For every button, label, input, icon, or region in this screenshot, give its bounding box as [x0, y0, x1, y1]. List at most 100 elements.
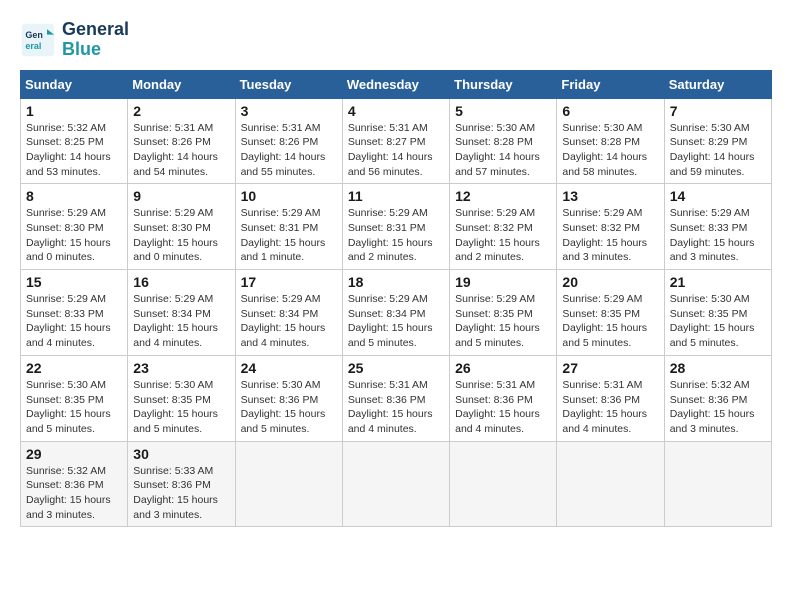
calendar-cell	[342, 441, 449, 527]
calendar-cell: 3 Sunrise: 5:31 AM Sunset: 8:26 PM Daylig…	[235, 98, 342, 184]
calendar-cell: 26 Sunrise: 5:31 AM Sunset: 8:36 PM Dayli…	[450, 355, 557, 441]
day-info: Sunrise: 5:29 AM Sunset: 8:31 PM Dayligh…	[241, 206, 337, 265]
day-of-week-header: Monday	[128, 70, 235, 98]
calendar-cell: 28 Sunrise: 5:32 AM Sunset: 8:36 PM Dayli…	[664, 355, 771, 441]
day-number: 4	[348, 103, 444, 119]
day-number: 25	[348, 360, 444, 376]
day-number: 26	[455, 360, 551, 376]
day-number: 12	[455, 188, 551, 204]
calendar-cell: 9 Sunrise: 5:29 AM Sunset: 8:30 PM Daylig…	[128, 184, 235, 270]
day-of-week-header: Thursday	[450, 70, 557, 98]
day-number: 13	[562, 188, 658, 204]
day-info: Sunrise: 5:30 AM Sunset: 8:36 PM Dayligh…	[241, 378, 337, 437]
day-number: 18	[348, 274, 444, 290]
calendar-cell: 14 Sunrise: 5:29 AM Sunset: 8:33 PM Dayli…	[664, 184, 771, 270]
day-info: Sunrise: 5:31 AM Sunset: 8:36 PM Dayligh…	[348, 378, 444, 437]
calendar-cell: 22 Sunrise: 5:30 AM Sunset: 8:35 PM Dayli…	[21, 355, 128, 441]
day-info: Sunrise: 5:29 AM Sunset: 8:33 PM Dayligh…	[26, 292, 122, 351]
day-number: 11	[348, 188, 444, 204]
day-info: Sunrise: 5:29 AM Sunset: 8:30 PM Dayligh…	[133, 206, 229, 265]
day-number: 29	[26, 446, 122, 462]
day-info: Sunrise: 5:31 AM Sunset: 8:36 PM Dayligh…	[562, 378, 658, 437]
day-number: 21	[670, 274, 766, 290]
logo-text: General Blue	[62, 20, 129, 60]
day-info: Sunrise: 5:31 AM Sunset: 8:26 PM Dayligh…	[133, 121, 229, 180]
calendar-cell: 5 Sunrise: 5:30 AM Sunset: 8:28 PM Daylig…	[450, 98, 557, 184]
logo-icon: Gen eral	[20, 22, 56, 58]
calendar-cell: 2 Sunrise: 5:31 AM Sunset: 8:26 PM Daylig…	[128, 98, 235, 184]
calendar-cell: 13Sunrise: 5:29 AM Sunset: 8:32 PM Dayli…	[557, 184, 664, 270]
day-of-week-header: Wednesday	[342, 70, 449, 98]
day-number: 9	[133, 188, 229, 204]
day-info: Sunrise: 5:31 AM Sunset: 8:36 PM Dayligh…	[455, 378, 551, 437]
calendar-cell: 21 Sunrise: 5:30 AM Sunset: 8:35 PM Dayli…	[664, 270, 771, 356]
day-info: Sunrise: 5:29 AM Sunset: 8:33 PM Dayligh…	[670, 206, 766, 265]
day-number: 27	[562, 360, 658, 376]
day-number: 2	[133, 103, 229, 119]
calendar-cell: 29 Sunrise: 5:32 AM Sunset: 8:36 PM Dayli…	[21, 441, 128, 527]
day-info: Sunrise: 5:29 AM Sunset: 8:32 PM Dayligh…	[455, 206, 551, 265]
calendar-cell: 25 Sunrise: 5:31 AM Sunset: 8:36 PM Dayli…	[342, 355, 449, 441]
calendar-week-row: 22 Sunrise: 5:30 AM Sunset: 8:35 PM Dayli…	[21, 355, 772, 441]
calendar-header-row: SundayMondayTuesdayWednesdayThursdayFrid…	[21, 70, 772, 98]
calendar-cell: 18 Sunrise: 5:29 AM Sunset: 8:34 PM Dayli…	[342, 270, 449, 356]
calendar-cell: 23 Sunrise: 5:30 AM Sunset: 8:35 PM Dayli…	[128, 355, 235, 441]
calendar-cell: 11 Sunrise: 5:29 AM Sunset: 8:31 PM Dayli…	[342, 184, 449, 270]
day-info: Sunrise: 5:32 AM Sunset: 8:25 PM Dayligh…	[26, 121, 122, 180]
calendar-cell: 30Sunrise: 5:33 AM Sunset: 8:36 PM Dayli…	[128, 441, 235, 527]
calendar: SundayMondayTuesdayWednesdayThursdayFrid…	[20, 70, 772, 528]
svg-text:eral: eral	[25, 41, 41, 51]
calendar-week-row: 1 Sunrise: 5:32 AM Sunset: 8:25 PM Daylig…	[21, 98, 772, 184]
day-info: Sunrise: 5:29 AM Sunset: 8:34 PM Dayligh…	[133, 292, 229, 351]
day-of-week-header: Tuesday	[235, 70, 342, 98]
logo: Gen eral General Blue	[20, 20, 129, 60]
day-info: Sunrise: 5:29 AM Sunset: 8:35 PM Dayligh…	[455, 292, 551, 351]
day-number: 22	[26, 360, 122, 376]
day-info: Sunrise: 5:29 AM Sunset: 8:34 PM Dayligh…	[348, 292, 444, 351]
calendar-week-row: 8 Sunrise: 5:29 AM Sunset: 8:30 PM Daylig…	[21, 184, 772, 270]
calendar-cell: 27 Sunrise: 5:31 AM Sunset: 8:36 PM Dayli…	[557, 355, 664, 441]
day-info: Sunrise: 5:30 AM Sunset: 8:35 PM Dayligh…	[133, 378, 229, 437]
day-info: Sunrise: 5:32 AM Sunset: 8:36 PM Dayligh…	[670, 378, 766, 437]
day-number: 16	[133, 274, 229, 290]
day-of-week-header: Sunday	[21, 70, 128, 98]
day-number: 7	[670, 103, 766, 119]
calendar-cell: 12 Sunrise: 5:29 AM Sunset: 8:32 PM Dayli…	[450, 184, 557, 270]
calendar-week-row: 15 Sunrise: 5:29 AM Sunset: 8:33 PM Dayli…	[21, 270, 772, 356]
calendar-cell: 15 Sunrise: 5:29 AM Sunset: 8:33 PM Dayli…	[21, 270, 128, 356]
calendar-cell: 19Sunrise: 5:29 AM Sunset: 8:35 PM Dayli…	[450, 270, 557, 356]
header: Gen eral General Blue	[20, 20, 772, 60]
day-number: 20	[562, 274, 658, 290]
day-info: Sunrise: 5:29 AM Sunset: 8:35 PM Dayligh…	[562, 292, 658, 351]
calendar-cell: 7 Sunrise: 5:30 AM Sunset: 8:29 PM Daylig…	[664, 98, 771, 184]
day-info: Sunrise: 5:30 AM Sunset: 8:35 PM Dayligh…	[26, 378, 122, 437]
calendar-cell: 8Sunrise: 5:29 AM Sunset: 8:30 PM Daylig…	[21, 184, 128, 270]
day-number: 6	[562, 103, 658, 119]
day-of-week-header: Friday	[557, 70, 664, 98]
day-info: Sunrise: 5:30 AM Sunset: 8:28 PM Dayligh…	[455, 121, 551, 180]
day-info: Sunrise: 5:30 AM Sunset: 8:29 PM Dayligh…	[670, 121, 766, 180]
day-info: Sunrise: 5:30 AM Sunset: 8:35 PM Dayligh…	[670, 292, 766, 351]
day-number: 3	[241, 103, 337, 119]
day-of-week-header: Saturday	[664, 70, 771, 98]
day-info: Sunrise: 5:29 AM Sunset: 8:31 PM Dayligh…	[348, 206, 444, 265]
day-info: Sunrise: 5:31 AM Sunset: 8:26 PM Dayligh…	[241, 121, 337, 180]
calendar-cell: 17Sunrise: 5:29 AM Sunset: 8:34 PM Dayli…	[235, 270, 342, 356]
day-info: Sunrise: 5:33 AM Sunset: 8:36 PM Dayligh…	[133, 464, 229, 523]
day-number: 8	[26, 188, 122, 204]
calendar-cell	[557, 441, 664, 527]
day-number: 14	[670, 188, 766, 204]
calendar-cell: 24 Sunrise: 5:30 AM Sunset: 8:36 PM Dayli…	[235, 355, 342, 441]
day-number: 5	[455, 103, 551, 119]
calendar-cell: 16 Sunrise: 5:29 AM Sunset: 8:34 PM Dayli…	[128, 270, 235, 356]
calendar-week-row: 29 Sunrise: 5:32 AM Sunset: 8:36 PM Dayli…	[21, 441, 772, 527]
calendar-cell: 1 Sunrise: 5:32 AM Sunset: 8:25 PM Daylig…	[21, 98, 128, 184]
calendar-cell	[450, 441, 557, 527]
day-number: 24	[241, 360, 337, 376]
calendar-cell: 4Sunrise: 5:31 AM Sunset: 8:27 PM Daylig…	[342, 98, 449, 184]
day-info: Sunrise: 5:32 AM Sunset: 8:36 PM Dayligh…	[26, 464, 122, 523]
day-number: 28	[670, 360, 766, 376]
day-number: 15	[26, 274, 122, 290]
day-number: 23	[133, 360, 229, 376]
day-number: 1	[26, 103, 122, 119]
